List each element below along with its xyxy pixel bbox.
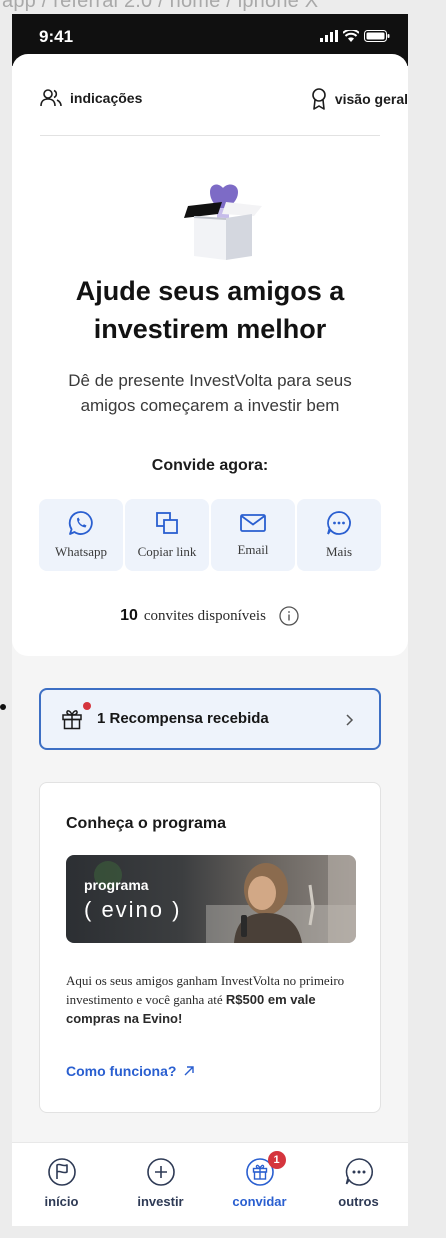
mail-icon [240, 514, 266, 532]
tab-outros-label: outros [338, 1194, 379, 1209]
whatsapp-icon [68, 511, 93, 535]
copy-icon [156, 512, 178, 534]
divider [40, 135, 380, 136]
share-more-button[interactable]: Mais [297, 499, 381, 571]
invites-count: 10 [120, 607, 138, 624]
status-time: 9:41 [39, 27, 74, 46]
subtext: Dê de presente InvestVolta para seus ami… [68, 371, 352, 415]
headline: Ajude seus amigos a investirem melhor [75, 276, 345, 344]
tab-convidar-label: convidar [232, 1194, 287, 1209]
evino-banner[interactable]: programa ( evino ) [66, 855, 356, 943]
info-icon[interactable] [278, 605, 300, 627]
how-it-works-label: Como funciona? [66, 1063, 177, 1079]
nav-indicacoes[interactable]: indicações [40, 88, 142, 108]
how-it-works-link[interactable]: Como funciona? [66, 1063, 196, 1079]
referral-card: indicações visão geral Ajude seus amigos… [12, 54, 408, 656]
tab-investir-label: investir [137, 1194, 184, 1209]
tab-outros[interactable]: outros [319, 1157, 399, 1226]
program-title: Conheça o programa [66, 815, 227, 832]
bottom-tab-bar: início investir 1 convidar outros [12, 1142, 408, 1226]
gift-icon [62, 710, 82, 730]
gift-box-heart-illustration [184, 184, 262, 260]
tab-investir[interactable]: investir [121, 1157, 201, 1226]
top-nav: indicações visão geral [40, 88, 408, 112]
side-dot [0, 704, 6, 710]
share-options: Whatsapp Copiar link Email Mais [39, 499, 381, 571]
wifi-icon [343, 30, 359, 42]
notification-dot [83, 702, 91, 710]
chevron-right-icon [346, 714, 354, 726]
breadcrumb: app / referral 2.0 / home / iphone X [2, 0, 319, 12]
more-icon [345, 1158, 373, 1186]
award-icon [312, 88, 326, 110]
arrow-up-right-icon [184, 1066, 195, 1076]
tab-inicio-label: início [44, 1194, 79, 1209]
nav-visao-geral[interactable]: visão geral [311, 88, 408, 110]
reward-label: 1 Recompensa recebida [97, 710, 269, 727]
signal-icon [320, 30, 338, 42]
flag-icon [47, 1158, 76, 1186]
notification-badge: 1 [267, 1151, 286, 1169]
share-whatsapp-button[interactable]: Whatsapp [39, 499, 123, 571]
invites-label: convites disponíveis [143, 607, 266, 624]
nav-visao-geral-label: visão geral [334, 91, 408, 107]
tab-inicio[interactable]: início [22, 1157, 102, 1226]
invite-title: Convide agora: [151, 457, 269, 474]
share-email-label: Email [237, 542, 269, 557]
banner-evino-logo: ( evino ) [84, 897, 182, 922]
status-icons [320, 28, 390, 44]
plus-circle-icon [146, 1158, 175, 1186]
share-more-label: Mais [326, 544, 352, 559]
more-icon [327, 511, 351, 535]
nav-indicacoes-label: indicações [70, 90, 143, 106]
copy-link-button[interactable]: Copiar link [125, 499, 209, 571]
share-whatsapp-label: Whatsapp [55, 544, 107, 559]
share-email-button[interactable]: Email [211, 499, 295, 571]
tab-convidar[interactable]: 1 convidar [220, 1151, 300, 1226]
program-description: Aqui os seus amigos ganham InvestVolta n… [66, 971, 362, 1028]
battery-icon [364, 30, 390, 42]
program-card: Conheça o programa programa ( evino ) Aq… [39, 782, 381, 1113]
reward-received-banner[interactable]: 1 Recompensa recebida [39, 688, 381, 750]
copy-link-label: Copiar link [137, 544, 197, 559]
phone-screen: 9:41 indicações visão geral Ajude seus a… [12, 14, 408, 1226]
banner-program-label: programa [84, 877, 149, 893]
invites-available: 10 convites disponíveis [32, 605, 388, 627]
people-icon [40, 89, 62, 107]
